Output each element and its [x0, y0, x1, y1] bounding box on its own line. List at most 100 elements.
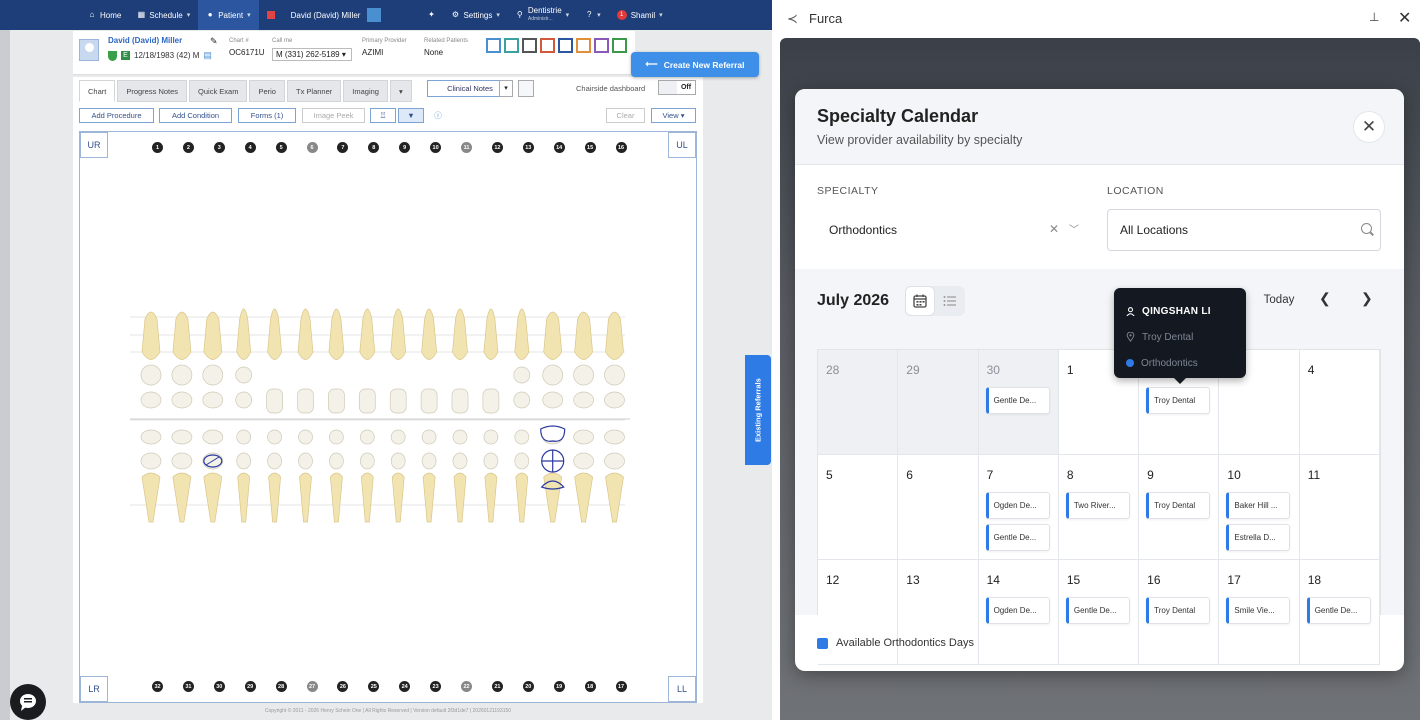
tab-progress-notes[interactable]: Progress Notes: [117, 80, 188, 102]
calendar-day-cell[interactable]: 17 Smile Vie...: [1219, 560, 1300, 665]
lower-tooth[interactable]: [172, 472, 192, 523]
existing-referrals-tab[interactable]: Existing Referrals: [745, 355, 771, 465]
lower-tooth[interactable]: [391, 472, 405, 523]
today-button[interactable]: Today: [1253, 285, 1305, 315]
calendar-day-cell[interactable]: 11: [1299, 455, 1380, 560]
message-icon[interactable]: ▤: [203, 50, 212, 61]
upper-tooth[interactable]: [605, 311, 624, 360]
chat-button[interactable]: [10, 684, 46, 720]
lower-tooth[interactable]: [543, 472, 563, 523]
location-input[interactable]: All Locations: [1107, 209, 1381, 251]
tooth-number-10[interactable]: 10: [430, 142, 442, 153]
calendar-day-cell[interactable]: 16 Troy Dental: [1139, 560, 1220, 665]
tooth-number-28[interactable]: 28: [275, 681, 287, 692]
tools-button[interactable]: ✦: [419, 0, 443, 30]
calendar-day-cell[interactable]: 15 Gentle De...: [1058, 560, 1140, 665]
tooth-number-29[interactable]: 29: [244, 681, 256, 692]
clear-button[interactable]: Clear: [606, 108, 645, 123]
lower-tooth[interactable]: [484, 472, 498, 523]
document-icon[interactable]: [540, 38, 555, 53]
tab-tx-planner[interactable]: Tx Planner: [286, 80, 342, 102]
upper-tooth[interactable]: [203, 311, 223, 360]
clear-icon[interactable]: ✕: [1049, 222, 1059, 236]
tooth-number-22[interactable]: 22: [461, 681, 472, 692]
lower-tooth[interactable]: [203, 472, 223, 523]
upper-tooth[interactable]: [421, 308, 437, 360]
pin-icon[interactable]: ⊥: [1369, 10, 1379, 24]
tooth-number-1[interactable]: 1: [152, 142, 163, 153]
tooth-view-button[interactable]: ♖: [370, 108, 396, 123]
tooth-number-7[interactable]: 7: [337, 142, 349, 153]
add-procedure-button[interactable]: Add Procedure: [79, 108, 154, 123]
tooth-number-16[interactable]: 16: [615, 142, 627, 153]
help-circle-icon[interactable]: ⓘ: [430, 108, 446, 123]
nav-patient-name[interactable]: David (David) Miller: [283, 0, 390, 30]
tab-more-dropdown[interactable]: ▾: [389, 80, 412, 102]
tooth-number-4[interactable]: 4: [244, 142, 256, 153]
avatar[interactable]: [79, 39, 99, 61]
root-view-button[interactable]: ▼: [398, 108, 424, 123]
ledger-icon[interactable]: [576, 38, 591, 53]
quadrant-lr[interactable]: LR: [80, 676, 108, 702]
pencil-icon[interactable]: ✎: [210, 36, 218, 47]
patient-flag[interactable]: [259, 0, 283, 30]
availability-event[interactable]: Troy Dental: [1146, 597, 1211, 624]
availability-event[interactable]: Gentle De...: [1065, 597, 1130, 624]
clinical-notes-settings-icon[interactable]: [518, 80, 534, 97]
lower-tooth[interactable]: [422, 472, 436, 523]
upper-tooth[interactable]: [452, 308, 468, 360]
lower-tooth[interactable]: [141, 472, 161, 523]
upper-tooth[interactable]: [236, 308, 252, 360]
upper-tooth[interactable]: [359, 308, 376, 360]
lower-tooth[interactable]: [268, 472, 281, 523]
lower-tooth[interactable]: [299, 472, 312, 523]
perio-icon[interactable]: [504, 38, 519, 53]
calendar-day-cell[interactable]: 4: [1299, 350, 1380, 455]
calendar-day-cell[interactable]: 29: [898, 350, 979, 455]
tooth-number-17[interactable]: 17: [615, 681, 627, 692]
notes-icon[interactable]: [594, 38, 609, 53]
calendar-day-cell[interactable]: 10 Baker Hill ... Estrella D...: [1219, 455, 1300, 560]
search-icon[interactable]: [1361, 223, 1372, 234]
calendar-day-cell[interactable]: 8 Two River...: [1058, 455, 1140, 560]
availability-event[interactable]: Smile Vie...: [1226, 597, 1291, 624]
tooth-number-13[interactable]: 13: [522, 142, 534, 153]
availability-event[interactable]: Troy Dental: [1146, 492, 1211, 519]
tooth-number-2[interactable]: 2: [182, 142, 194, 153]
image-icon[interactable]: [522, 38, 537, 53]
nav-help[interactable]: ? ▾: [577, 0, 609, 30]
call-me-select[interactable]: M (331) 262-5189 ▾: [272, 48, 352, 61]
calendar-day-cell[interactable]: 6: [898, 455, 979, 560]
tab-imaging[interactable]: Imaging: [343, 80, 388, 102]
availability-event[interactable]: Two River...: [1065, 492, 1130, 519]
modal-close-button[interactable]: ✕: [1353, 111, 1385, 143]
calendar-day-cell[interactable]: 12: [818, 560, 899, 665]
tab-quick-exam[interactable]: Quick Exam: [189, 80, 248, 102]
next-month-button[interactable]: ❯: [1361, 290, 1373, 307]
upper-tooth[interactable]: [483, 308, 499, 360]
calendar-day-cell[interactable]: 7 Ogden De... Gentle De...: [978, 455, 1059, 560]
lower-tooth[interactable]: [605, 472, 624, 523]
nav-home[interactable]: ⌂ Home: [80, 0, 129, 30]
add-condition-button[interactable]: Add Condition: [159, 108, 232, 123]
create-new-referral-button[interactable]: ⟵ Create New Referral: [631, 52, 759, 77]
nav-schedule[interactable]: ▦ Schedule ▾: [129, 0, 198, 30]
lower-tooth[interactable]: [453, 472, 467, 523]
nav-user[interactable]: 1 Shamil ▾: [609, 0, 671, 30]
tooth-number-3[interactable]: 3: [213, 142, 225, 153]
availability-event[interactable]: Gentle De...: [985, 387, 1050, 414]
lower-tooth[interactable]: [515, 472, 529, 523]
calendar-day-cell[interactable]: 28: [818, 350, 899, 455]
view-dropdown[interactable]: View ▾: [651, 108, 696, 123]
quadrant-ll[interactable]: LL: [668, 676, 696, 702]
upper-tooth[interactable]: [172, 311, 192, 360]
tooth-number-14[interactable]: 14: [553, 142, 565, 153]
tooth-number-19[interactable]: 19: [553, 681, 565, 692]
list-view-button[interactable]: [935, 286, 965, 316]
lower-tooth[interactable]: [330, 472, 343, 523]
availability-event[interactable]: Ogden De...: [985, 492, 1050, 519]
tab-chart[interactable]: Chart: [79, 80, 116, 102]
chairside-toggle[interactable]: Off: [658, 80, 696, 95]
calendar-day-cell[interactable]: 5: [818, 455, 899, 560]
tooth-number-25[interactable]: 25: [368, 681, 380, 692]
